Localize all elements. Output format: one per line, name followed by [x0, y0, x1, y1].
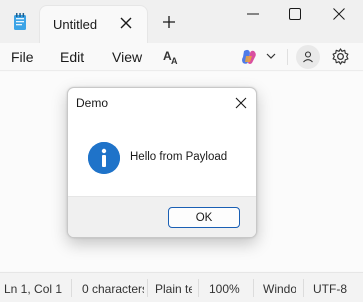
- menu-bar: File Edit View A A: [0, 43, 363, 71]
- menu-divider: [287, 49, 288, 65]
- chevron-down-icon[interactable]: [266, 52, 276, 60]
- status-divider: [303, 279, 304, 297]
- dialog-close-icon[interactable]: [234, 96, 248, 110]
- status-text-type: Plain text: [155, 282, 192, 296]
- message-dialog: Demo Hello from Payload OK: [67, 87, 257, 238]
- maximize-icon[interactable]: [287, 6, 303, 22]
- status-character-count: 0 characters: [82, 282, 144, 296]
- text-format-icon[interactable]: A A: [163, 48, 181, 66]
- status-bar: Ln 1, Col 1 0 characters Plain text 100%…: [0, 272, 363, 302]
- status-line-ending: Windows (CRLF): [263, 282, 296, 296]
- status-divider: [253, 279, 254, 297]
- status-zoom-level[interactable]: 100%: [209, 282, 245, 296]
- close-tab-icon[interactable]: [118, 15, 134, 31]
- window-close-icon[interactable]: [331, 6, 347, 22]
- svg-text:A: A: [171, 56, 178, 66]
- menu-edit[interactable]: Edit: [60, 49, 84, 65]
- new-tab-icon[interactable]: [162, 15, 176, 29]
- ok-button[interactable]: OK: [168, 207, 240, 228]
- status-cursor-position: Ln 1, Col 1: [4, 282, 63, 296]
- account-icon[interactable]: [296, 45, 320, 69]
- dialog-message: Hello from Payload: [130, 151, 228, 163]
- copilot-icon[interactable]: [240, 48, 258, 66]
- settings-gear-icon[interactable]: [331, 47, 350, 66]
- information-icon: [88, 142, 120, 174]
- status-divider: [198, 279, 199, 297]
- notepad-app-icon: [14, 13, 26, 30]
- dialog-title: Demo: [76, 96, 109, 110]
- tab-title: Untitled: [53, 17, 98, 32]
- tab-untitled[interactable]: Untitled: [40, 6, 147, 43]
- notepad-window: Untitled File Edit View A A Demo Hello f…: [0, 0, 363, 302]
- dialog-footer: OK: [68, 196, 256, 237]
- menu-view[interactable]: View: [112, 49, 142, 65]
- menu-file[interactable]: File: [11, 49, 34, 65]
- title-bar: Untitled: [0, 0, 363, 43]
- status-divider: [147, 279, 148, 297]
- status-divider: [71, 279, 72, 297]
- minimize-icon[interactable]: [245, 6, 261, 22]
- status-encoding: UTF-8: [313, 282, 347, 296]
